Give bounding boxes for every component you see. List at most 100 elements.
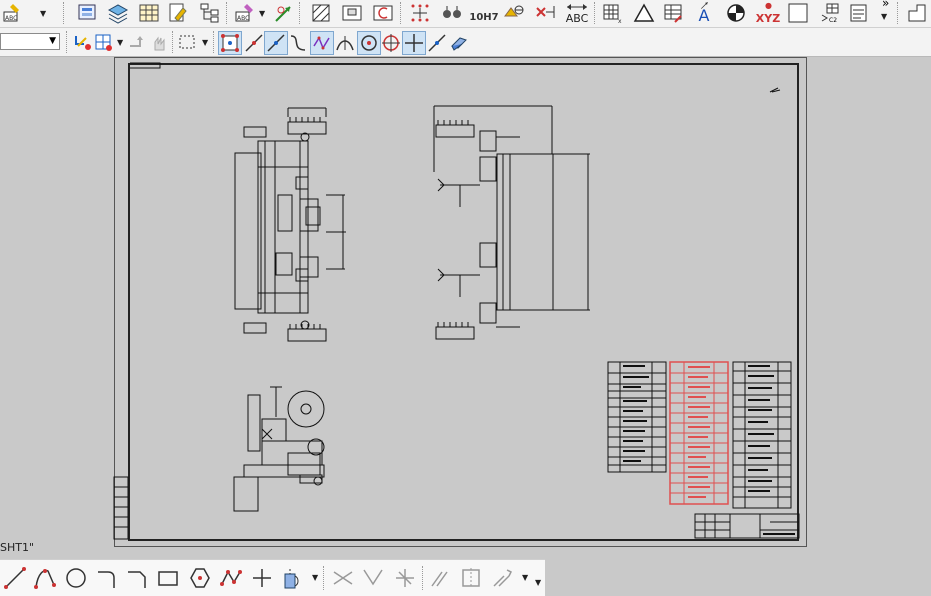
triangle-icon[interactable] [632,1,656,25]
point-tool-icon[interactable] [249,565,275,591]
corner-tab [130,62,161,69]
top-toolbar: ABC ▼ ABC ▼ 10H7 ABC x A ● XYZ C2 ▼ » [0,0,931,28]
table-reference-icon[interactable]: C2 [818,1,842,25]
mirror-tool-icon [458,565,484,591]
rotate-tool-icon [490,565,516,591]
spline-tool-icon[interactable] [218,565,244,591]
disabled-move-icon [126,31,150,55]
center-snap-toggle[interactable] [357,31,381,55]
trim-tool-icon [330,565,356,591]
text-arrow-button[interactable]: A [692,1,716,25]
drawing-canvas[interactable]: SHT1" [0,57,931,558]
view-frame-icon[interactable] [340,1,364,25]
toolbar-separator [172,31,175,53]
svg-text:x: x [618,18,622,24]
xyz-label: XYZ [755,11,781,25]
layers-icon[interactable] [106,1,130,25]
chevron-down-icon[interactable]: ▼ [535,578,541,587]
toolbar-separator [226,2,229,24]
corner-frame-icon[interactable] [905,1,929,25]
toolbar-separator [213,31,216,53]
polygon-tool-icon[interactable] [187,565,213,591]
perpendicular-snap-icon[interactable] [333,31,357,55]
line-midpoint-toggle[interactable] [264,31,288,55]
note-mark [769,87,781,93]
parts-list-left [607,361,667,473]
centerline-tool-icon[interactable] [280,565,306,591]
balloon-x-icon[interactable] [533,1,557,25]
toolbar-separator [299,2,302,24]
table-icon[interactable] [137,1,161,25]
disabled-hand-icon [148,31,172,55]
chevron-down-icon[interactable]: ▼ [40,9,46,18]
intersection-snap-toggle[interactable] [402,31,426,55]
xyz-coordinate-button[interactable]: ● XYZ [753,1,783,25]
svg-text:C2: C2 [829,17,837,24]
front-view [234,107,346,342]
toolbar-separator [323,566,326,590]
selection-box-icon[interactable] [176,31,200,55]
point-dot-icon: ● [765,1,772,10]
polyline-snap-toggle[interactable] [310,31,334,55]
sheet-view-icon[interactable] [76,1,100,25]
toolbar-separator [63,2,66,24]
weld-symbol-icon[interactable] [440,1,464,25]
tolerance-label: 10H7 [469,11,499,23]
abc-dimension-button[interactable]: ABC [563,1,591,25]
tolerance-button[interactable]: 10H7 [469,1,499,25]
snap-grid-icon[interactable] [93,31,117,55]
chevron-down-icon[interactable]: ▼ [522,573,528,582]
svg-text:ABC: ABC [5,15,17,22]
quadrant-snap-icon[interactable] [379,31,403,55]
layer-select[interactable]: ▼ [0,33,60,50]
break-tool-icon [392,565,418,591]
abc-note-icon[interactable]: ABC [0,1,24,25]
circle-tool-icon[interactable] [63,565,89,591]
drawing-geometry[interactable] [0,57,931,558]
chevron-down-icon[interactable]: ▼ [259,9,265,18]
svg-text:ABC: ABC [237,15,249,22]
3d-snap-icon[interactable] [447,31,471,55]
detail-view [233,386,325,512]
rectangle-tool-icon[interactable] [155,565,181,591]
pattern-icon[interactable] [408,1,432,25]
document-edit-icon[interactable] [166,1,190,25]
margin-stamp [113,476,129,540]
chevron-down-icon[interactable]: ▼ [202,38,208,47]
arc-frame-icon[interactable] [371,1,395,25]
pie-chart-icon[interactable] [724,1,748,25]
curve-snap-icon[interactable] [286,31,310,55]
blank-sheet-icon[interactable] [786,1,810,25]
chamfer-tool-icon[interactable] [124,565,150,591]
chevron-down-icon[interactable]: ▼ [881,12,887,21]
offset-tool-icon [428,565,454,591]
polyline-tool-icon[interactable] [32,565,58,591]
chevron-down-icon[interactable]: ▼ [49,36,56,46]
sketch-toolbar: ▼ ▼ ▼ [0,559,545,596]
document-lines-icon[interactable] [848,1,872,25]
toolbar-separator [594,2,597,24]
snap-points-toggle[interactable] [218,31,242,55]
table-grid-icon[interactable]: x [601,1,625,25]
hatch-box-icon[interactable] [309,1,333,25]
chevron-down-icon[interactable]: ▼ [117,38,123,47]
datum-target-icon[interactable] [502,1,526,25]
line-snap-icon[interactable] [242,31,266,55]
abc-label: ABC [565,11,589,25]
toolbar-separator [66,31,69,53]
chevron-down-icon[interactable]: ▼ [312,573,318,582]
toolbar-separator [897,2,900,24]
toolbar-separator [400,2,403,24]
extend-tool-icon [360,565,386,591]
more-chevrons-icon[interactable]: » [882,0,889,10]
abc-text-edit-icon[interactable]: ABC [233,1,257,25]
tree-structure-icon[interactable] [198,1,222,25]
tangent-snap-icon[interactable] [425,31,449,55]
toolbar-separator [422,566,425,590]
parts-list-highlighted [669,361,729,505]
table-edit-icon[interactable] [662,1,686,25]
fillet-tool-icon[interactable] [94,565,120,591]
side-view [433,105,590,340]
leader-arrow-icon[interactable] [272,1,296,25]
line-tool-icon[interactable] [2,565,28,591]
